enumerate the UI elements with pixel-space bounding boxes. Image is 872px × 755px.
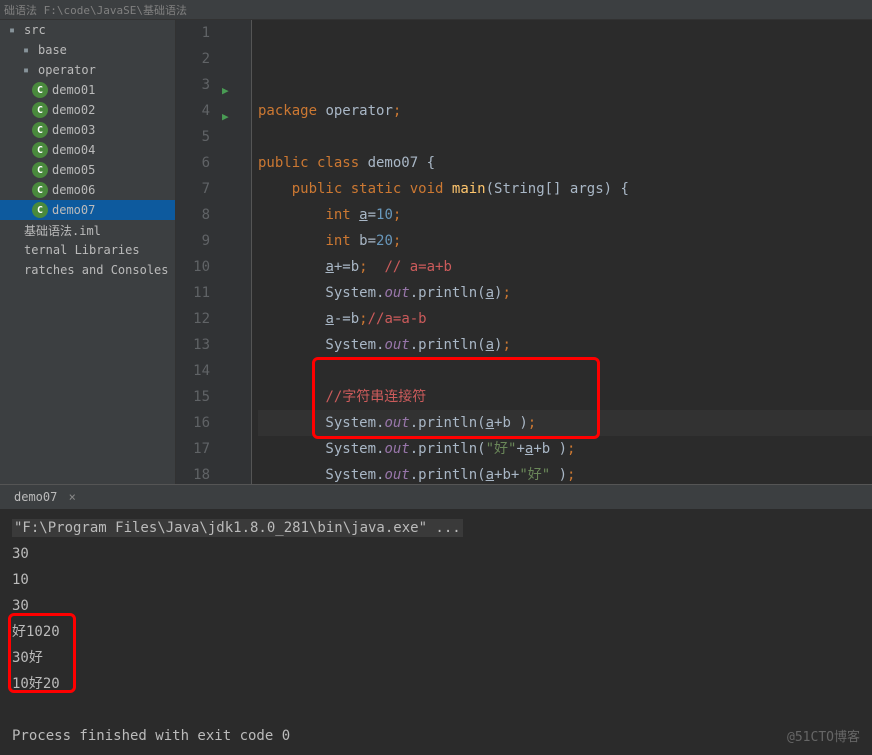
line-number: 10 (176, 254, 210, 280)
line-number: 14 (176, 358, 210, 384)
console-line: Process finished with exit code 0 (12, 723, 860, 749)
tree-item-label: ratches and Consoles (24, 263, 169, 277)
code-line[interactable]: System.out.println(a); (258, 280, 872, 306)
run-icon[interactable]: ▶ (222, 104, 229, 130)
class-icon: C (32, 162, 48, 178)
console-tabs[interactable]: demo07 × (0, 485, 872, 509)
tree-item-label: demo02 (52, 103, 95, 117)
folder-icon: ▪ (4, 22, 20, 38)
console-line: 好1020 (12, 619, 860, 645)
line-number: 7 (176, 176, 210, 202)
run-gutter[interactable]: ▶▶ (218, 20, 238, 484)
code-line[interactable]: System.out.println("好"+a+b ); (258, 436, 872, 462)
line-number: 9 (176, 228, 210, 254)
tree-item-src[interactable]: ▪ src (0, 20, 175, 40)
console-tab-demo07[interactable]: demo07 × (8, 488, 82, 506)
line-numbers: 12345678910111213141516171819 (176, 20, 218, 484)
file-icon (4, 242, 20, 258)
class-icon: C (32, 122, 48, 138)
code-line[interactable]: System.out.println(a); (258, 332, 872, 358)
line-number: 18 (176, 462, 210, 484)
console-line: 30 (12, 541, 860, 567)
tree-item-demo01[interactable]: Cdemo01 (0, 80, 175, 100)
main-area: ▪src▪base▪operatorCdemo01Cdemo02Cdemo03C… (0, 20, 872, 484)
code-line[interactable]: //字符串连接符 (258, 384, 872, 410)
class-icon: C (32, 142, 48, 158)
code-line[interactable]: int a=10; (258, 202, 872, 228)
code-line[interactable]: System.out.println(a+b+"好" ); (258, 462, 872, 484)
line-number: 13 (176, 332, 210, 358)
tree-item-demo06[interactable]: Cdemo06 (0, 180, 175, 200)
code-editor[interactable]: 12345678910111213141516171819 ▶▶ package… (176, 20, 872, 484)
tree-item-label: ternal Libraries (24, 243, 140, 257)
tree-item-ternal Libraries[interactable]: ternal Libraries (0, 240, 175, 260)
folder-icon: ▪ (18, 42, 34, 58)
tree-item-label: base (38, 43, 67, 57)
tree-item-基础语法.iml[interactable]: 基础语法.iml (0, 220, 175, 240)
tree-item-label: demo05 (52, 163, 95, 177)
line-number: 3 (176, 72, 210, 98)
console-line: 10好20 (12, 671, 860, 697)
tree-item-demo07[interactable]: Cdemo07 (0, 200, 175, 220)
code-line[interactable]: System.out.println(a+b ); (258, 410, 872, 436)
close-icon[interactable]: × (69, 490, 76, 504)
tree-item-operator[interactable]: ▪ operator (0, 60, 175, 80)
code-line[interactable]: package operator; (258, 98, 872, 124)
tree-item-label: demo07 (52, 203, 95, 217)
tree-item-demo04[interactable]: Cdemo04 (0, 140, 175, 160)
tree-item-label: demo01 (52, 83, 95, 97)
breadcrumb-path: 础语法 F:\code\JavaSE\基础语法 (4, 2, 187, 18)
line-number: 15 (176, 384, 210, 410)
code-line[interactable] (258, 358, 872, 384)
code-line[interactable]: public class demo07 { (258, 150, 872, 176)
project-tree[interactable]: ▪src▪base▪operatorCdemo01Cdemo02Cdemo03C… (0, 20, 176, 484)
code-line[interactable]: int b=20; (258, 228, 872, 254)
tree-item-label: demo04 (52, 143, 95, 157)
code-line[interactable]: a+=b; // a=a+b (258, 254, 872, 280)
class-icon: C (32, 82, 48, 98)
breadcrumb-bar: 础语法 F:\code\JavaSE\基础语法 (0, 0, 872, 20)
tree-item-label: 基础语法.iml (24, 222, 101, 239)
line-number: 11 (176, 280, 210, 306)
line-number: 4 (176, 98, 210, 124)
console-line (12, 697, 860, 723)
code-content[interactable]: package operator; public class demo07 { p… (252, 20, 872, 484)
line-number: 1 (176, 20, 210, 46)
tree-item-demo02[interactable]: Cdemo02 (0, 100, 175, 120)
folder-icon: ▪ (18, 62, 34, 78)
run-icon[interactable]: ▶ (222, 78, 229, 104)
console-output[interactable]: "F:\Program Files\Java\jdk1.8.0_281\bin\… (0, 509, 872, 755)
line-number: 6 (176, 150, 210, 176)
fold-gutter[interactable] (238, 20, 252, 484)
tree-item-demo05[interactable]: Cdemo05 (0, 160, 175, 180)
line-number: 5 (176, 124, 210, 150)
tree-item-demo03[interactable]: Cdemo03 (0, 120, 175, 140)
class-icon: C (32, 182, 48, 198)
console-line: 10 (12, 567, 860, 593)
tree-item-label: demo03 (52, 123, 95, 137)
file-icon (4, 262, 20, 278)
tree-item-ratches and Consoles[interactable]: ratches and Consoles (0, 260, 175, 280)
tree-item-base[interactable]: ▪ base (0, 40, 175, 60)
code-line[interactable] (258, 124, 872, 150)
console-command: "F:\Program Files\Java\jdk1.8.0_281\bin\… (12, 515, 860, 541)
console-panel: demo07 × "F:\Program Files\Java\jdk1.8.0… (0, 484, 872, 755)
code-line[interactable]: public static void main(String[] args) { (258, 176, 872, 202)
tree-item-label: demo06 (52, 183, 95, 197)
class-icon: C (32, 102, 48, 118)
line-number: 12 (176, 306, 210, 332)
file-icon (4, 222, 20, 238)
tree-item-label: src (24, 23, 46, 37)
line-number: 2 (176, 46, 210, 72)
editor-area: 12345678910111213141516171819 ▶▶ package… (176, 20, 872, 484)
line-number: 8 (176, 202, 210, 228)
console-line: 30好 (12, 645, 860, 671)
code-line[interactable]: a-=b;//a=a-b (258, 306, 872, 332)
line-number: 17 (176, 436, 210, 462)
tree-item-label: operator (38, 63, 96, 77)
line-number: 16 (176, 410, 210, 436)
class-icon: C (32, 202, 48, 218)
console-line: 30 (12, 593, 860, 619)
watermark: @51CTO博客 (787, 726, 860, 745)
